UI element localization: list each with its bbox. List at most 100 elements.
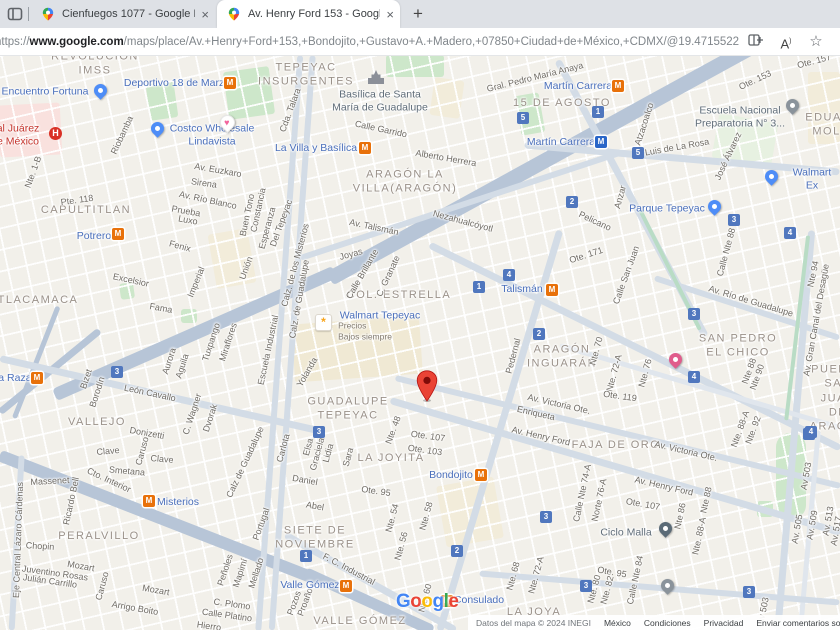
poi-label[interactable]: Parque Tepeyac: [629, 203, 705, 216]
metro-station-icon[interactable]: M: [340, 580, 352, 592]
route-shield: 2: [566, 196, 578, 208]
pin-dot: [671, 355, 680, 364]
neighborhood-label: VALLE GÓMEZ: [313, 614, 407, 627]
transit-station-label[interactable]: Deportivo 18 de Marzo: [124, 77, 230, 89]
map-attribution: Datos del mapa © 2024 INEGI México Condici…: [468, 615, 840, 630]
destination-marker[interactable]: [416, 370, 438, 407]
tab-actions-icon: [7, 7, 23, 21]
route-shield: 2: [451, 545, 463, 557]
neighborhood-label: REVOLUCIÓN IMSS: [51, 56, 139, 77]
poi-label[interactable]: Walmart Ex: [793, 166, 832, 191]
poi-label[interactable]: Precios Bajos siempre: [338, 320, 392, 341]
attribution-link[interactable]: Enviar comentarios sobre el pro: [756, 618, 840, 628]
pin-dot: [661, 524, 670, 533]
transit-station-label[interactable]: Consulado: [454, 594, 504, 606]
neighborhood-label: SAN PEDRO EL CHICO: [698, 332, 778, 359]
map-data-credit: Datos del mapa © 2024 INEGI: [476, 617, 591, 628]
transit-station-label[interactable]: La Raza: [0, 372, 32, 384]
transit-station-label[interactable]: Martín Carrera: [544, 80, 612, 92]
tab-bar: Cienfuegos 1077 - Google Maps × Av. Henr…: [0, 0, 840, 28]
metro-station-icon[interactable]: M: [31, 372, 43, 384]
neighborhood-label: PERALVILLO: [58, 529, 140, 542]
metro-station-icon[interactable]: M: [359, 142, 371, 154]
street-label: Clave: [150, 453, 174, 465]
poi-label[interactable]: Basílica de Santa María de Guadalupe: [332, 88, 428, 113]
basilica-icon[interactable]: [366, 69, 386, 85]
neighborhood-label: ARAGÓN LA VILLA(ARAGÓN): [352, 168, 458, 195]
street-label: Clave: [96, 445, 120, 457]
transit-station-label[interactable]: Talismán: [501, 283, 542, 295]
transit-station-label[interactable]: Valle Gómez: [280, 579, 339, 591]
pin-dot: [767, 172, 776, 181]
metro-station-icon[interactable]: M: [595, 136, 607, 148]
neighborhood-label: COL. ESTRELLA: [346, 288, 452, 301]
poi-label[interactable]: Ciclo Malla: [600, 527, 651, 540]
attribution-link[interactable]: Privacidad: [704, 618, 744, 628]
url-scheme: https://: [0, 36, 30, 48]
metro-station-icon[interactable]: M: [143, 495, 155, 507]
transit-station-label[interactable]: Martín Carrera: [527, 136, 595, 148]
poi-label[interactable]: Encuentro Fortuna: [2, 86, 89, 99]
transit-station-label[interactable]: Misterios: [157, 496, 199, 508]
route-shield: 1: [300, 550, 312, 562]
walmart-store-icon[interactable]: *: [315, 314, 332, 331]
transit-station-label[interactable]: Potrero: [77, 230, 111, 242]
google-logo-letter: G: [396, 591, 411, 612]
pin-dot: [663, 581, 672, 590]
google-logo-letter: o: [410, 591, 422, 612]
route-shield: 1: [473, 281, 485, 293]
url-host: www.google.com: [29, 36, 124, 48]
transit-station-label[interactable]: La Villa y Basílica: [275, 142, 357, 154]
metro-station-icon[interactable]: M: [612, 80, 624, 92]
poi-label[interactable]: Escuela Nacional Preparatoria N° 3...: [695, 104, 785, 129]
metro-station-icon[interactable]: M: [546, 284, 558, 296]
poi-label[interactable]: Costco Wholesale Lindavista: [170, 122, 255, 147]
route-shield: 3: [111, 366, 123, 378]
pin-dot: [153, 124, 162, 133]
tab-cienfuegos[interactable]: Cienfuegos 1077 - Google Maps ×: [31, 0, 215, 28]
neighborhood-label: ARAGÓN INGUARÁN: [526, 343, 598, 370]
metro-station-icon[interactable]: M: [475, 469, 487, 481]
street-label: Massenet: [30, 474, 70, 488]
attribution-link[interactable]: México: [604, 618, 631, 628]
favorites-star-button[interactable]: ☆: [806, 32, 826, 52]
google-logo: Google: [396, 591, 459, 613]
tab-title: Av. Henry Ford 153 - Google Ma: [248, 8, 380, 20]
tab-henry-ford[interactable]: Av. Henry Ford 153 - Google Ma ×: [217, 0, 400, 28]
poi-label[interactable]: al Juárez e México: [0, 122, 39, 147]
pin-dot: [788, 101, 797, 110]
close-icon[interactable]: ×: [386, 8, 394, 21]
new-tab-button[interactable]: +: [407, 3, 429, 25]
address-bar: https://www.google.com/maps/place/Av.+He…: [0, 28, 840, 56]
split-screen-button[interactable]: [745, 32, 765, 52]
neighborhood-label: SIETE DE NOVIEMBRE: [275, 524, 355, 551]
close-icon[interactable]: ×: [201, 8, 209, 21]
route-shield: 3: [313, 426, 325, 438]
route-shield: 1: [592, 106, 604, 118]
tab-title: Cienfuegos 1077 - Google Maps: [62, 8, 195, 20]
metro-station-icon[interactable]: M: [224, 77, 236, 89]
heart-icon: ♥: [224, 117, 230, 128]
neighborhood-label: EDUARDO MOLINA: [805, 111, 840, 138]
map-canvas[interactable]: Google Datos del mapa © 2024 INEGI México…: [0, 56, 840, 630]
route-shield: 3: [728, 214, 740, 226]
neighborhood-label: VALLEJO: [68, 415, 126, 428]
route-shield: 3: [688, 308, 700, 320]
attribution-link[interactable]: Condiciones: [644, 618, 691, 628]
route-shield: 3: [743, 586, 755, 598]
tab-actions-button[interactable]: [6, 5, 24, 23]
neighborhood-label: FAJA DE ORO: [571, 438, 661, 451]
neighborhood-label: CAPULTITLAN: [40, 203, 132, 216]
browser-window: Cienfuegos 1077 - Google Maps × Av. Henr…: [0, 0, 840, 630]
url-path: /maps/place/Av.+Henry+Ford+153,+Bondojit…: [123, 36, 740, 48]
neighborhood-label: PUEBLO SAN JUAN DE ARAGÓN: [809, 363, 840, 433]
google-logo-letter: o: [421, 591, 433, 612]
url-text[interactable]: https://www.google.com/maps/place/Av.+He…: [0, 34, 740, 50]
route-shield: 4: [805, 426, 817, 438]
hospital-icon[interactable]: H: [49, 127, 62, 140]
google-logo-letter: e: [448, 591, 459, 612]
read-aloud-button[interactable]: A): [776, 32, 796, 52]
transit-station-label[interactable]: Bondojito: [429, 469, 473, 481]
metro-station-icon[interactable]: M: [112, 228, 124, 240]
route-shield: 4: [784, 227, 796, 239]
